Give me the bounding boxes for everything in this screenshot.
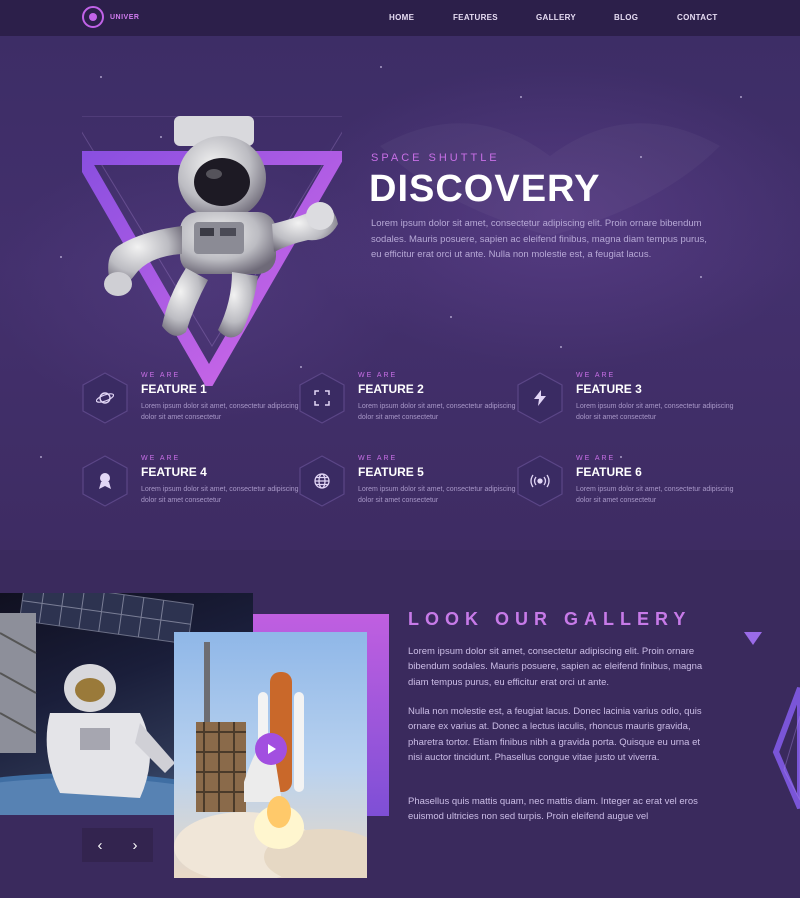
- nav-link-home[interactable]: HOME: [389, 13, 414, 22]
- gallery-paragraph-1: Lorem ipsum dolor sit amet, consectetur …: [408, 646, 703, 688]
- feature-title: FEATURE 1: [141, 382, 207, 396]
- feature-title: FEATURE 4: [141, 465, 207, 479]
- feature-eyebrow: WE ARE: [358, 372, 398, 379]
- feature-text: Lorem ipsum dolor sit amet, consectetur …: [141, 403, 299, 421]
- hero-description: Lorem ipsum dolor sit amet, consectetur …: [371, 218, 707, 260]
- feature-eyebrow: WE ARE: [358, 455, 398, 462]
- feature-card-1[interactable]: WE ARE FEATURE 1 Lorem ipsum dolor sit a…: [82, 372, 299, 432]
- feature-card-4[interactable]: WE ARE FEATURE 4 Lorem ipsum dolor sit a…: [82, 455, 299, 515]
- nav-link-blog[interactable]: BLOG: [614, 13, 638, 22]
- feature-eyebrow: WE ARE: [141, 372, 181, 379]
- feature-eyebrow: WE ARE: [576, 455, 616, 462]
- feature-card-6[interactable]: WE ARE FEATURE 6 Lorem ipsum dolor sit a…: [517, 455, 734, 515]
- feature-text: Lorem ipsum dolor sit amet, consectetur …: [576, 486, 734, 504]
- feature-card-5[interactable]: WE ARE FEATURE 5 Lorem ipsum dolor sit a…: [299, 455, 516, 515]
- feature-card-2[interactable]: WE ARE FEATURE 2 Lorem ipsum dolor sit a…: [299, 372, 516, 432]
- feature-title: FEATURE 2: [358, 382, 424, 396]
- gallery-paragraph-2: Nulla non molestie est, a feugiat lacus.…: [408, 706, 702, 763]
- play-video-button[interactable]: [255, 733, 287, 765]
- focus-frame-icon: [299, 372, 345, 424]
- feature-text: Lorem ipsum dolor sit amet, consectetur …: [358, 486, 516, 504]
- lightning-icon: [517, 372, 563, 424]
- feature-title: FEATURE 5: [358, 465, 424, 479]
- astronaut-hero-image: [82, 116, 342, 386]
- gallery-section: ‹ › LOOK OUR GALLERY Lorem ipsum dolor s…: [0, 550, 800, 898]
- gallery-prev-button[interactable]: ‹: [82, 828, 118, 862]
- hero-section: SPACE SHUTTLE DISCOVERY Lorem ipsum dolo…: [0, 36, 800, 550]
- hero-title: DISCOVERY: [369, 168, 601, 210]
- feature-text: Lorem ipsum dolor sit amet, consectetur …: [358, 403, 516, 421]
- hero-subtitle: SPACE SHUTTLE: [371, 152, 500, 164]
- feature-title: FEATURE 6: [576, 465, 642, 479]
- play-icon: [268, 744, 276, 754]
- gallery-next-button[interactable]: ›: [117, 828, 153, 862]
- feature-text: Lorem ipsum dolor sit amet, consectetur …: [576, 403, 734, 421]
- decorative-triangle-outline-icon: [772, 686, 800, 810]
- nav-link-contact[interactable]: CONTACT: [677, 13, 718, 22]
- top-navbar: UNIVER HOME FEATURES GALLERY BLOG CONTAC…: [0, 0, 800, 36]
- decorative-triangle-icon: [744, 632, 762, 645]
- feature-eyebrow: WE ARE: [141, 455, 181, 462]
- feature-eyebrow: WE ARE: [576, 372, 616, 379]
- planet-icon: [82, 372, 128, 424]
- nav-link-features[interactable]: FEATURES: [453, 13, 498, 22]
- globe-icon: [299, 455, 345, 507]
- feature-title: FEATURE 3: [576, 382, 642, 396]
- nav-link-gallery[interactable]: GALLERY: [536, 13, 576, 22]
- broadcast-icon: [517, 455, 563, 507]
- award-icon: [82, 455, 128, 507]
- feature-card-3[interactable]: WE ARE FEATURE 3 Lorem ipsum dolor sit a…: [517, 372, 734, 432]
- gallery-paragraph-3: Phasellus quis mattis quam, nec mattis d…: [408, 796, 698, 823]
- nav-links: HOME FEATURES GALLERY BLOG CONTACT: [0, 0, 800, 36]
- feature-text: Lorem ipsum dolor sit amet, consectetur …: [141, 486, 299, 504]
- gallery-title: LOOK OUR GALLERY: [408, 609, 692, 629]
